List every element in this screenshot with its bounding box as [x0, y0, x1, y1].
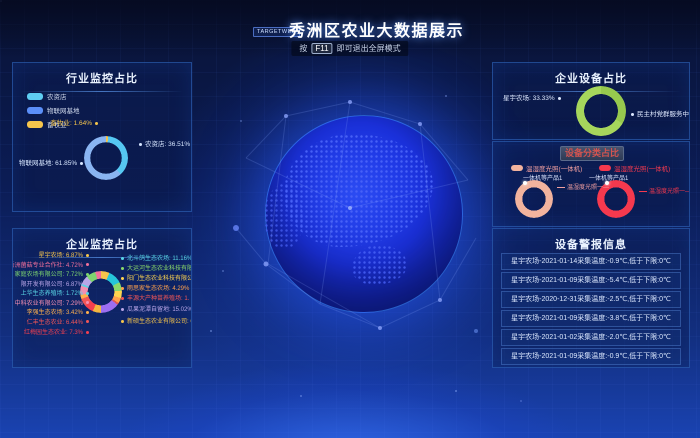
panel-industry-monitor: 行业监控占比 农资店 物联网基地 畜牧业 畜牧业: 1.64% 农资店: 36.…	[12, 62, 192, 212]
fullscreen-tip: 按 F11 即可退出全屏模式	[291, 41, 408, 56]
alarm-row: 星宇农场-2021-01-02采集温度:-2.0℃,低于下限:0℃	[501, 329, 681, 346]
panel-enterprise-device: 企业设备占比 星宇农场: 33.33% 民主村党群服务中心:	[492, 62, 690, 140]
pie-label: 民主村党群服务中心:	[631, 111, 690, 119]
industry-donut-chart[interactable]	[84, 136, 128, 180]
pie-label: 李强生态农场: 3.42%	[27, 310, 89, 317]
legend-label: 物联网基地	[47, 105, 80, 115]
legend-label: 温湿度光照(一体机)	[526, 163, 582, 173]
pie-label: 秀洲菌菇专业合作社: 4.72%	[12, 263, 89, 270]
globe	[265, 115, 463, 313]
alarm-row: 星宇农场-2021-01-09采集温度:-5.4℃,低于下限:0℃	[501, 272, 681, 289]
panel-title: 设备警报信息	[493, 229, 689, 252]
pie-label: 温湿度光照一—	[639, 186, 690, 195]
panel-device-category: 设备分类占比 温湿度光照(一体机) 温湿度光照(一体机) 一体机等产品1 一体机…	[492, 141, 690, 227]
panel-device-alarms: 设备警报信息 星宇农场-2021-01-14采集温度:-0.9℃,低于下限:0℃…	[492, 228, 690, 368]
dashboard: TARGETWEB 秀洲区农业大数据展示 按 F11 即可退出全屏模式 行业监控…	[0, 0, 700, 438]
panel-enterprise-monitor: 企业监控占比 星宇农场: 6.87% 秀洲菌菇专业合作社: 4.72% 家庭农场…	[12, 228, 192, 368]
f11-key: F11	[311, 43, 332, 54]
legend-label: 农资店	[47, 91, 67, 101]
pie-label: 仁丰生态农业: 6.44%	[27, 320, 89, 327]
pie-label: 北斗鸽生态农场: 11.16%	[121, 256, 192, 263]
pie-label: 限开发有限公司: 6.87%	[21, 282, 89, 289]
pie-label: 新硕生态农业有限公司: 6.87%	[121, 319, 192, 326]
pie-label: 农资店: 36.51%	[139, 141, 190, 149]
globe-continent-west	[264, 183, 303, 250]
legend-swatch	[511, 165, 523, 171]
pie-label: 红梅园生态农业: 7.3%	[24, 330, 89, 337]
panel-title: 企业监控占比	[13, 229, 191, 252]
legend-swatch	[27, 121, 43, 128]
enterprise-device-donut-chart[interactable]	[576, 86, 626, 136]
pie-label: 瓜果泥潭自留地: 15.02%	[121, 307, 192, 314]
pie-label: 物联网基地: 61.85%	[19, 160, 83, 168]
pie-label: 大运河生态农业科技有限公	[121, 266, 192, 273]
pie-label: 上华生态养殖场: 1.72%	[21, 291, 89, 298]
pie-label: 阳门生态农业科技有限公	[121, 276, 192, 283]
legend-item[interactable]: 温湿度光照(一体机)	[599, 163, 670, 173]
pie-label: 星宇农场: 33.33%	[503, 95, 561, 103]
pie-label: 温湿度光照一—	[557, 182, 609, 191]
pie-label: 畜牧业: 1.64%	[50, 120, 98, 128]
alarm-row: 星宇农场-2021-01-09采集温度:-3.8℃,低于下限:0℃	[501, 310, 681, 327]
panel-title: 行业监控占比	[13, 63, 191, 86]
alarm-row: 星宇农场-2021-01-14采集温度:-0.9℃,低于下限:0℃	[501, 253, 681, 270]
globe-continent-islands	[352, 245, 407, 284]
tip-suffix: 即可退出全屏模式	[337, 43, 401, 54]
legend-item[interactable]: 物联网基地	[27, 105, 80, 115]
legend-swatch	[27, 107, 43, 114]
alarm-row: 星宇农场-2020-12-31采集温度:-2.5℃,低于下限:0℃	[501, 291, 681, 308]
legend-item[interactable]: 温湿度光照(一体机)	[511, 163, 582, 173]
panel-title: 设备分类占比	[560, 146, 624, 161]
page-title: 秀洲区农业大数据展示	[289, 17, 464, 41]
globe-continent-asia	[284, 134, 433, 248]
legend-swatch	[599, 165, 611, 171]
legend-label: 温湿度光照(一体机)	[614, 163, 670, 173]
device-category-donut-left[interactable]	[515, 180, 553, 218]
alarm-row: 星宇农场-2021-01-09采集温度:-0.9℃,低于下限:0℃	[501, 348, 681, 365]
pie-label: 雨思家生态农场: 4.29%	[121, 286, 189, 293]
panel-title: 企业设备占比	[493, 63, 689, 86]
ring-marker-dot	[523, 181, 527, 185]
pie-label: 中科农业有限公司: 7.29%	[15, 301, 89, 308]
tip-prefix: 按	[299, 43, 307, 54]
pie-label: 家庭农场有限公司: 7.72%	[15, 272, 89, 279]
pie-label: 丰源大产种苗养殖场: 1.	[121, 296, 189, 303]
legend-swatch	[27, 93, 43, 100]
pie-label: 星宇农场: 6.87%	[39, 253, 89, 260]
legend-item[interactable]: 农资店	[27, 91, 80, 101]
